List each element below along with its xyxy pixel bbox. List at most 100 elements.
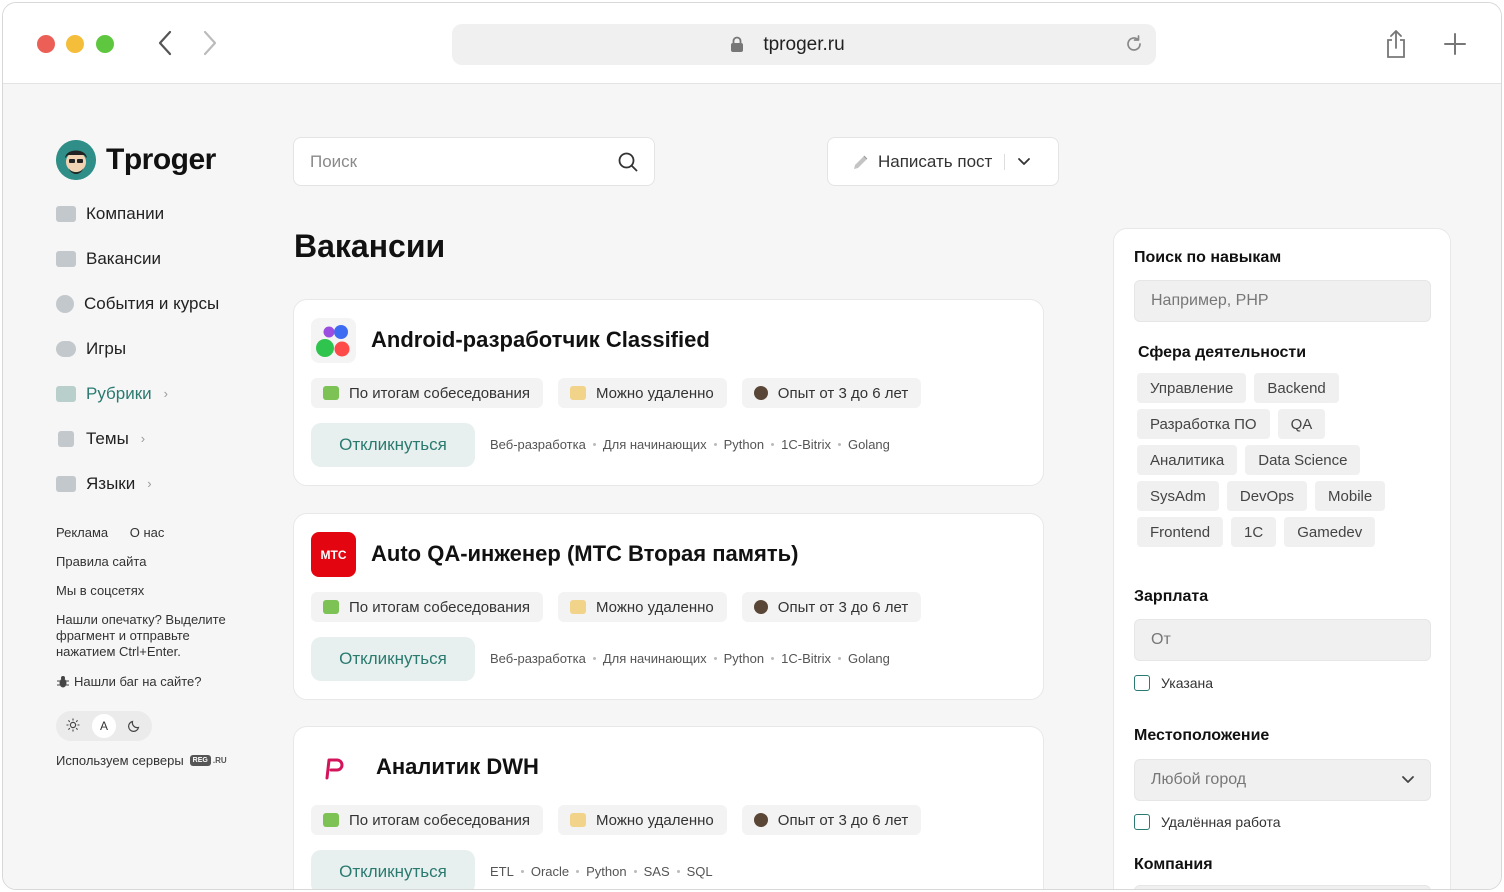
vacancy-chips: По итогам собеседования Можно удаленно О… — [311, 805, 922, 835]
tag[interactable]: ETL — [490, 864, 514, 879]
skills-input[interactable]: Например, PHP — [1134, 280, 1431, 322]
salary-heading: Зарплата — [1134, 588, 1209, 605]
browser-toolbar: tproger.ru — [3, 3, 1501, 84]
sidebar-footer: Реклама О нас Правила сайта Мы в соцсетя… — [56, 525, 246, 703]
sphere-tag[interactable]: 1С — [1231, 517, 1277, 547]
tag[interactable]: 1C-Bitrix — [781, 437, 831, 452]
salary-input[interactable]: От — [1134, 619, 1431, 661]
remote-chip: Можно удаленно — [558, 805, 727, 835]
sphere-tag[interactable]: Frontend — [1137, 517, 1224, 547]
forward-button[interactable] — [196, 29, 224, 57]
tag[interactable]: Веб-разработка — [490, 437, 586, 452]
address-bar[interactable]: tproger.ru — [452, 24, 1156, 65]
tag[interactable]: Веб-разработка — [490, 651, 586, 666]
ads-link[interactable]: Реклама — [56, 525, 108, 540]
new-tab-button[interactable] — [1440, 29, 1470, 59]
chevron-down-icon[interactable] — [1017, 157, 1031, 167]
vacancy-title[interactable]: Auto QA-инженер (МТС Вторая память) — [371, 541, 798, 567]
checkbox-box[interactable] — [1134, 814, 1150, 830]
gamepad-icon — [56, 340, 76, 357]
close-window-button[interactable] — [37, 35, 55, 53]
tag[interactable]: 1C-Bitrix — [781, 651, 831, 666]
house-icon — [570, 386, 586, 400]
sidebar-item-companies[interactable]: Компании — [56, 191, 219, 236]
tag[interactable]: Для начинающих — [603, 651, 707, 666]
experience-chip: Опыт от 3 до 6 лет — [741, 378, 922, 408]
theme-auto-button[interactable]: A — [92, 714, 116, 738]
vacancy-title[interactable]: Android-разработчик Classified — [371, 327, 710, 353]
sphere-tag[interactable]: Backend — [1254, 373, 1339, 403]
page-content: Tproger Компании Вакансии События и курс… — [3, 85, 1501, 889]
sidebar-item-topics[interactable]: Темы › — [56, 416, 219, 461]
divider — [1004, 153, 1006, 170]
vacancy-card[interactable]: Android-разработчик Classified По итогам… — [293, 299, 1044, 486]
chip-label: Опыт от 3 до 6 лет — [777, 384, 909, 402]
search-input[interactable]: Поиск — [293, 137, 655, 186]
tag[interactable]: Python — [724, 651, 764, 666]
bug-report-link[interactable]: Нашли баг на сайте? — [74, 674, 202, 689]
write-post-button[interactable]: Написать пост — [827, 137, 1059, 186]
logo-text: Tproger — [106, 143, 216, 176]
sphere-tag[interactable]: SysAdm — [1137, 481, 1219, 511]
apply-button[interactable]: Откликнуться — [311, 423, 475, 467]
alarm-icon — [56, 294, 74, 313]
sidebar-item-languages[interactable]: Языки › — [56, 461, 219, 506]
vacancy-chips: По итогам собеседования Можно удаленно О… — [311, 592, 922, 622]
minimize-window-button[interactable] — [66, 35, 84, 53]
sidebar-item-vacancies[interactable]: Вакансии — [56, 236, 219, 281]
reload-icon[interactable] — [1124, 34, 1144, 54]
company-input[interactable] — [1134, 885, 1431, 889]
write-post-label: Написать пост — [878, 151, 993, 171]
typo-note: Нашли опечатку? Выделите фрагмент и отпр… — [56, 612, 226, 659]
salary-specified-checkbox[interactable]: Указана — [1134, 675, 1213, 691]
sphere-tag[interactable]: Управление — [1137, 373, 1247, 403]
vacancy-card[interactable]: МТС Auto QA-инженер (МТС Вторая память) … — [293, 513, 1044, 700]
location-select[interactable]: Любой город — [1134, 759, 1431, 801]
maximize-window-button[interactable] — [96, 35, 114, 53]
checkbox-label: Удалённая работа — [1161, 814, 1281, 830]
terminal-icon — [56, 475, 76, 492]
tag[interactable]: SQL — [687, 864, 713, 879]
vacancy-card[interactable]: Аналитик DWH По итогам собеседования Мож… — [293, 726, 1044, 889]
apply-button[interactable]: Откликнуться — [311, 850, 475, 889]
social-link[interactable]: Мы в соцсетях — [56, 583, 144, 598]
sidebar-item-games[interactable]: Игры — [56, 326, 219, 371]
mts-logo-text: МТС — [320, 547, 347, 562]
tag[interactable]: Golang — [848, 651, 890, 666]
tag-separator — [520, 870, 524, 873]
apply-button[interactable]: Откликнуться — [311, 637, 475, 681]
remote-work-checkbox[interactable]: Удалённая работа — [1134, 814, 1281, 830]
sphere-tag[interactable]: Аналитика — [1137, 445, 1238, 475]
share-button[interactable] — [1381, 29, 1411, 59]
moon-icon[interactable] — [128, 718, 142, 735]
sphere-tag[interactable]: DevOps — [1226, 481, 1308, 511]
url-text: tproger.ru — [763, 33, 845, 55]
sphere-tag[interactable]: Разработка ПО — [1137, 409, 1270, 439]
checkbox-box[interactable] — [1134, 675, 1150, 691]
vacancy-title[interactable]: Аналитик DWH — [376, 754, 539, 780]
tag[interactable]: Python — [724, 437, 764, 452]
tag[interactable]: Oracle — [531, 864, 569, 879]
dots-logo — [311, 318, 356, 363]
regru-logo[interactable]: REG .RU — [189, 755, 227, 766]
search-icon[interactable] — [618, 152, 638, 172]
sphere-tag[interactable]: QA — [1277, 409, 1326, 439]
back-button[interactable] — [151, 29, 179, 57]
about-link[interactable]: О нас — [130, 525, 165, 540]
remote-chip: Можно удаленно — [558, 378, 727, 408]
sphere-tag[interactable]: Mobile — [1315, 481, 1386, 511]
sidebar-item-events[interactable]: События и курсы — [56, 281, 219, 326]
rules-link[interactable]: Правила сайта — [56, 554, 146, 569]
sphere-tag[interactable]: Gamedev — [1284, 517, 1376, 547]
tag[interactable]: Для начинающих — [603, 437, 707, 452]
money-icon — [323, 600, 339, 614]
tag[interactable]: SAS — [644, 864, 670, 879]
site-logo[interactable]: Tproger — [56, 140, 216, 180]
chevron-left-icon — [158, 30, 172, 56]
theme-switch[interactable]: A — [56, 711, 152, 741]
sun-icon[interactable] — [66, 718, 80, 735]
sphere-tag[interactable]: Data Science — [1245, 445, 1361, 475]
tag[interactable]: Golang — [848, 437, 890, 452]
tag[interactable]: Python — [586, 864, 626, 879]
sidebar-item-rubrics[interactable]: Рубрики › — [56, 371, 219, 416]
